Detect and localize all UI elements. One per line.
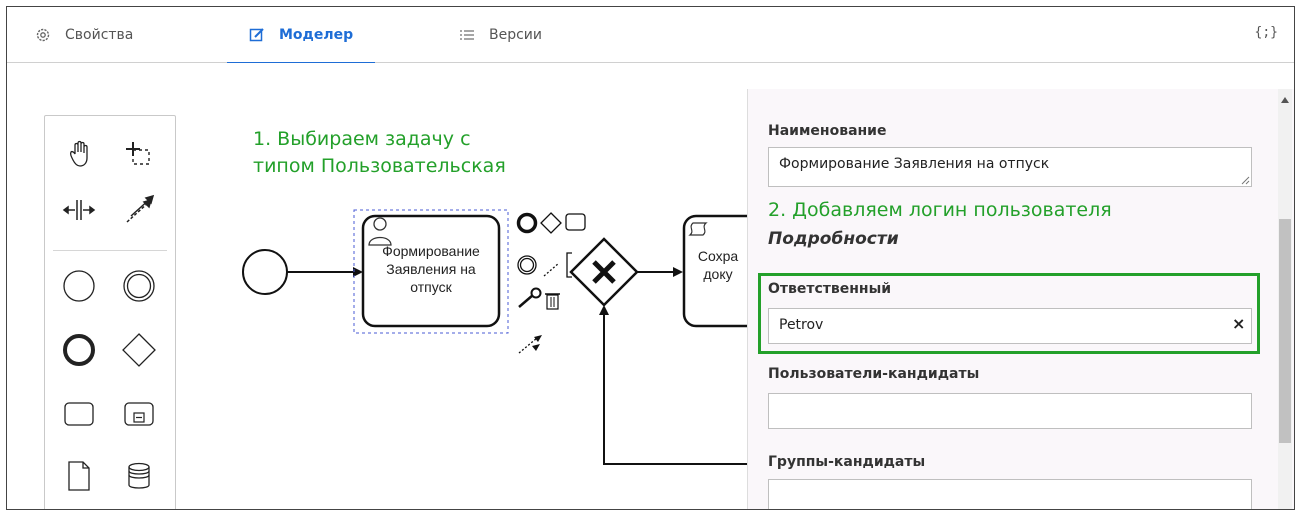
- append-intermediate-event-icon[interactable]: [517, 255, 537, 275]
- task1-label-line2: Заявления на: [386, 261, 476, 277]
- name-label: Наименование: [768, 123, 887, 139]
- modeler-window: Свойства Моделер Версии {;} 1. Выбираем …: [6, 6, 1295, 510]
- candidate-groups-field[interactable]: [768, 479, 1252, 509]
- edit-icon: [249, 27, 265, 43]
- assignee-label: Ответственный: [768, 281, 892, 297]
- json-view-button[interactable]: {;}: [1255, 25, 1278, 40]
- tab-bar: Свойства Моделер Версии {;}: [7, 7, 1294, 64]
- start-event[interactable]: [242, 249, 288, 295]
- task1-label-line3: отпуск: [410, 279, 452, 295]
- tab-properties[interactable]: Свойства: [35, 7, 133, 63]
- tab-modeler-label: Моделер: [279, 27, 354, 43]
- tab-modeler[interactable]: Моделер: [226, 7, 376, 64]
- assignee-field[interactable]: Petrov: [768, 308, 1252, 344]
- bpmn-diagram: Формирование Заявления на отпуск Сохра д…: [242, 209, 747, 465]
- exclusive-gateway[interactable]: [569, 237, 639, 307]
- sequence-flow-2[interactable]: [637, 267, 683, 277]
- connect-icon[interactable]: [518, 335, 542, 354]
- text-annotation-icon[interactable]: [543, 252, 572, 278]
- candidate-users-label: Пользователи-кандидаты: [768, 366, 980, 382]
- script-icon: [688, 222, 708, 236]
- tab-properties-label: Свойства: [65, 27, 134, 43]
- candidate-users-field[interactable]: [768, 393, 1252, 429]
- candidate-groups-label: Группы-кандидаты: [768, 454, 926, 470]
- properties-panel: Наименование Формирование Заявления на о…: [747, 89, 1294, 509]
- list-icon: [459, 27, 475, 43]
- name-field[interactable]: Формирование Заявления на отпуск: [768, 147, 1252, 187]
- task1-label-line1: Формирование: [382, 243, 480, 259]
- scroll-up-icon[interactable]: [1281, 97, 1289, 103]
- sequence-flow-loop[interactable]: [599, 305, 747, 465]
- modeler-canvas[interactable]: 1. Выбираем задачу с типом Пользовательс…: [7, 63, 747, 509]
- task2-label-line1: Сохра: [698, 248, 739, 264]
- annotation-step2: 2. Добавляем логин пользователя: [768, 199, 1112, 221]
- tab-versions[interactable]: Версии: [459, 7, 542, 63]
- sequence-flow-1[interactable]: [287, 267, 363, 277]
- append-gateway-icon[interactable]: [540, 212, 562, 234]
- gear-icon: [35, 27, 51, 43]
- wrench-icon[interactable]: [518, 287, 542, 308]
- append-end-event-icon[interactable]: [516, 212, 538, 234]
- tab-versions-label: Версии: [489, 27, 542, 43]
- details-section-title: Подробности: [768, 229, 899, 249]
- trash-icon[interactable]: [545, 293, 560, 310]
- append-task-icon[interactable]: [565, 213, 586, 231]
- panel-scrollbar[interactable]: [1278, 89, 1292, 509]
- scrollbar-thumb[interactable]: [1279, 219, 1291, 443]
- resize-handle-icon[interactable]: [1240, 175, 1250, 185]
- clear-assignee-icon[interactable]: ×: [1232, 314, 1245, 333]
- task2-label-line2: доку: [703, 266, 732, 282]
